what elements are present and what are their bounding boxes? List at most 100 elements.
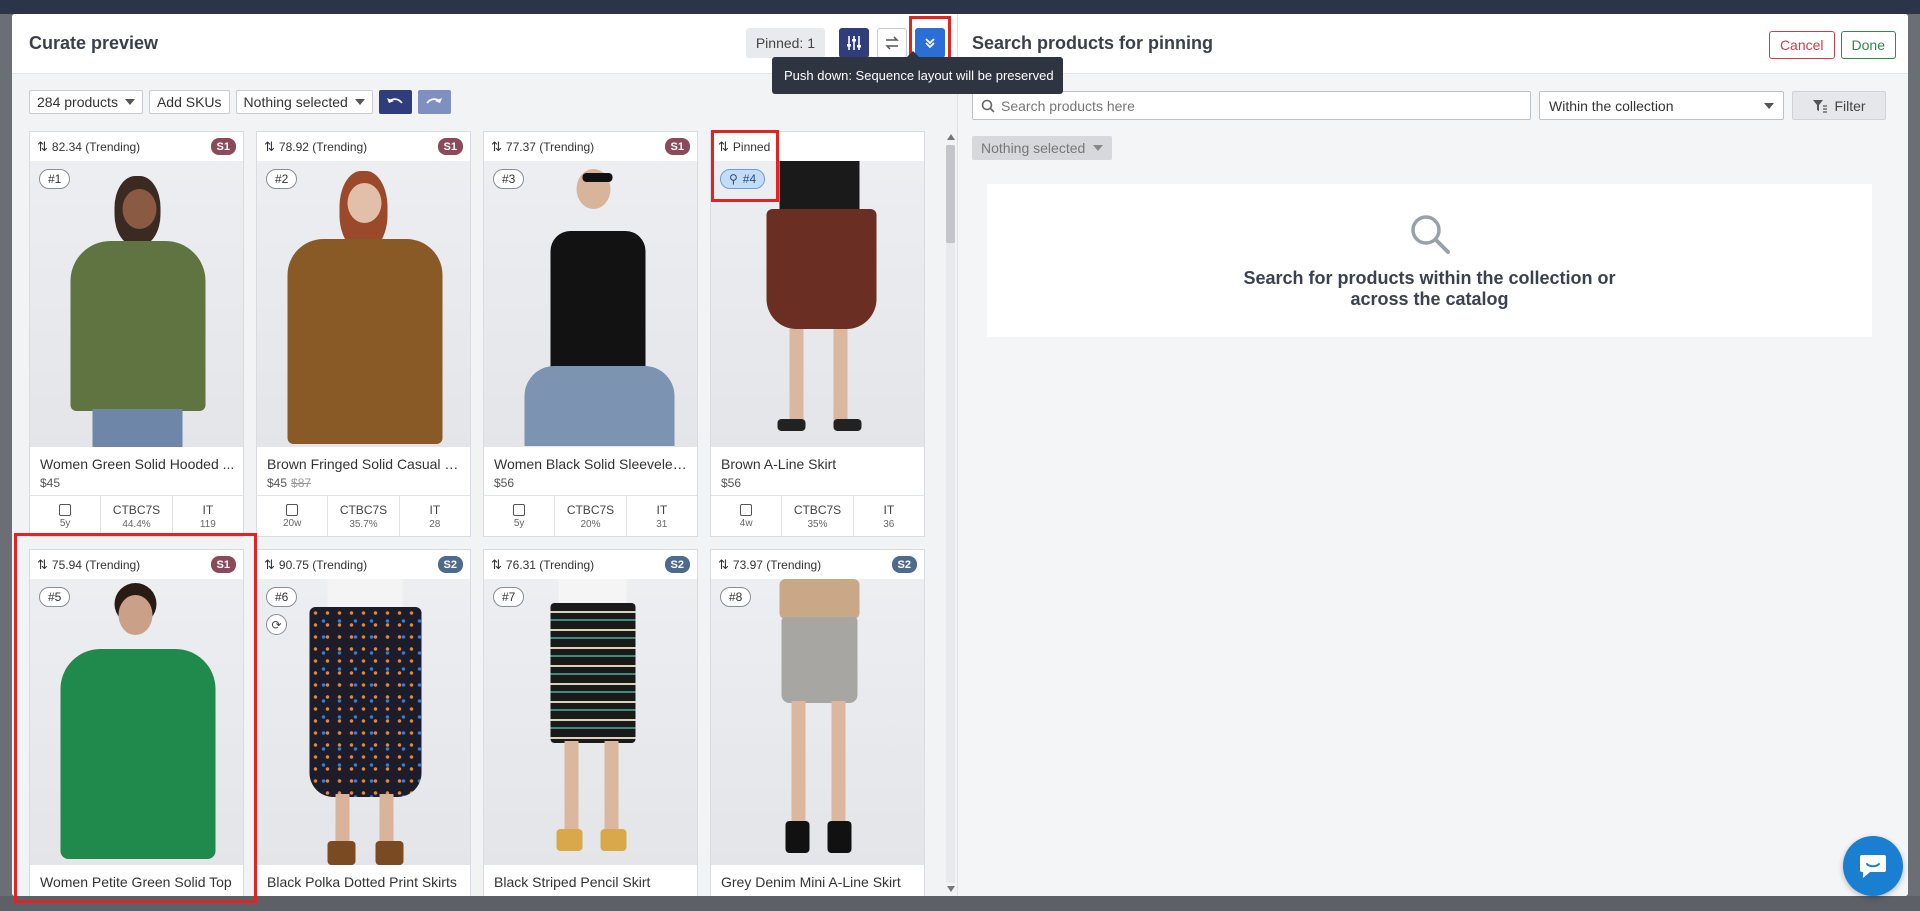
rank-badge: #8 [720,587,752,607]
products-count-select[interactable]: 284 products [29,90,143,114]
undo-button[interactable] [378,90,412,114]
product-image: #3 [484,161,697,447]
product-name[interactable]: Grey Denim Mini A-Line Skirt [721,874,916,890]
sort-icon: ⇅ [37,138,48,154]
segment-badge: S2 [891,556,917,573]
ctbc-stat: CTBC7S 35.7% [328,496,400,536]
product-card[interactable]: ⇅ 78.92 (Trending) S1 #2 Brown Fringed S… [256,131,471,537]
push-down-button[interactable] [915,28,945,58]
swap-arrows-icon [885,36,899,50]
product-price: $56 [494,476,515,490]
product-image: #1 [30,161,243,447]
product-card[interactable]: ⇅ 73.97 (Trending) S2 #8 Grey Denim Mini… [710,549,925,896]
product-image: #6 ⟳ [257,579,470,865]
sliders-icon [847,36,861,50]
redo-button[interactable] [417,90,451,114]
scroll-up-arrow-icon[interactable] [947,134,955,140]
card-score: 75.94 (Trending) [51,557,141,572]
card-score-row: ⇅ 78.92 (Trending) S1 [257,132,470,161]
ctbc-stat: CTBC7S 20% [555,496,627,536]
selection-label: Nothing selected [243,94,348,110]
sort-icon: ⇅ [264,556,275,572]
done-button[interactable]: Done [1840,31,1896,59]
scroll-down-arrow-icon[interactable] [947,886,955,892]
search-input[interactable] [1001,97,1501,114]
product-card[interactable]: ⇅ 77.37 (Trending) S1 #3 Women Black Sol… [483,131,698,537]
sliders-button[interactable] [839,28,869,58]
sync-icon[interactable]: ⟳ [266,614,287,635]
add-skus-button[interactable]: Add SKUs [148,90,230,114]
swap-button[interactable] [877,28,907,58]
product-search-box[interactable] [972,91,1531,120]
product-name[interactable]: Brown A-Line Skirt [721,456,916,472]
search-selection-select[interactable]: Nothing selected [972,136,1113,160]
cancel-button[interactable]: Cancel [1768,31,1835,59]
search-pinning-pane: Search products for pinning Cancel Done … [958,14,1908,896]
card-score: 90.75 (Trending) [278,557,368,572]
card-score: 82.34 (Trending) [51,139,141,154]
product-image: ⚲ #4 [711,161,924,447]
product-name[interactable]: Black Polka Dotted Print Skirts [267,874,462,890]
age-stat: 4w [711,496,783,536]
product-card[interactable]: ⇅ 76.31 (Trending) S2 #7 Black Striped P… [483,549,698,896]
caret-down-icon [354,99,365,105]
calendar-icon [513,503,526,516]
card-score-row: ⇅ 90.75 (Trending) S2 [257,550,470,579]
card-score-row: ⇅ 75.94 (Trending) S1 [30,550,243,579]
page-title: Curate preview [29,33,159,53]
sort-icon: ⇅ [37,556,48,572]
ctbc-stat: CTBC7S 44.4% [101,496,173,536]
card-score: 76.31 (Trending) [505,557,595,572]
double-chevron-down-icon [925,38,935,49]
product-name[interactable]: Women Green Solid Hooded ... [40,456,235,472]
product-card-pinned[interactable]: ⇅ Pinned ⚲ #4 Brown A-Line Skirt $56 4w … [710,131,925,537]
dialog-actions: Cancel Done [1768,31,1896,59]
card-score: 78.92 (Trending) [278,139,368,154]
product-card[interactable]: ⇅ 82.34 (Trending) S1 #1 Women Green Sol… [29,131,244,537]
empty-state-message: Search for products within the collectio… [1243,268,1616,309]
product-image: #8 [711,579,924,865]
caret-down-icon [124,99,135,105]
preview-toolbar: 284 products Add SKUs Nothing selected [29,90,451,114]
pinned-label: Pinned [732,139,771,154]
scope-select[interactable]: Within the collection [1539,91,1784,120]
product-name[interactable]: Women Black Solid Sleeveles... [494,456,689,472]
product-name[interactable]: Brown Fringed Solid Casual S... [267,456,462,472]
caret-down-icon [1764,102,1774,109]
product-image: #2 [257,161,470,447]
scroll-track[interactable] [946,145,955,883]
product-name[interactable]: Black Striped Pencil Skirt [494,874,689,890]
selection-select[interactable]: Nothing selected [235,90,373,114]
calendar-icon [59,503,72,516]
scroll-thumb[interactable] [946,145,955,243]
grid-scrollbar[interactable] [944,131,956,896]
pinned-rank-badge[interactable]: ⚲ #4 [720,169,766,189]
app-topbar-background [0,0,1920,14]
segment-badge: S1 [437,138,463,155]
sort-icon: ⇅ [491,138,502,154]
search-pane-title: Search products for pinning [972,33,1214,53]
product-card[interactable]: ⇅ 90.75 (Trending) S2 #6 ⟳ Black Polka D… [256,549,471,896]
rank-badge: #5 [39,587,71,607]
scope-select-label: Within the collection [1549,97,1674,114]
chat-support-button[interactable] [1843,836,1903,896]
sort-icon: ⇅ [718,556,729,572]
card-stats: 5y CTBC7S 44.4% IT 119 [30,495,243,536]
product-grid: ⇅ 82.34 (Trending) S1 #1 Women Green Sol… [29,131,939,896]
pin-icon: ⚲ [729,172,738,186]
product-price: $45 [40,476,61,490]
pinned-count-badge: Pinned: 1 [745,28,825,58]
product-price: $45 $87 [267,476,312,490]
product-price: $56 [721,476,742,490]
product-card[interactable]: ⇅ 75.94 (Trending) S1 #5 Women Petite Gr… [29,549,244,896]
filter-button[interactable]: Filter [1792,91,1886,120]
rank-badge: #3 [493,169,525,189]
products-count-label: 284 products [37,94,118,110]
card-stats: 4w CTBC7S 35% IT 36 [711,495,924,536]
card-stats: 20w CTBC7S 35.7% IT 28 [257,495,470,536]
product-name[interactable]: Women Petite Green Solid Top [40,874,235,890]
calendar-icon [286,503,299,516]
card-score: 73.97 (Trending) [732,557,822,572]
filter-icon [1813,99,1828,113]
sort-icon: ⇅ [264,138,275,154]
